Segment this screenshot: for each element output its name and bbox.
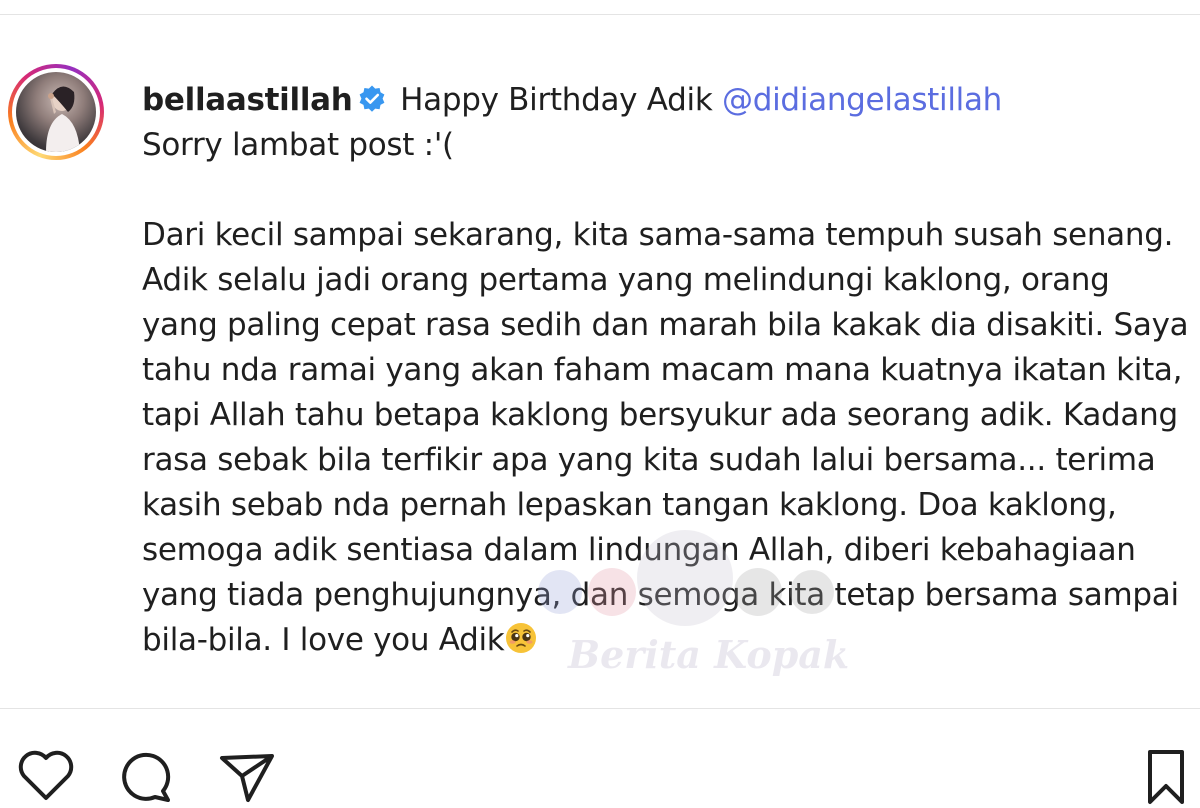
share-icon (220, 754, 274, 802)
caption-line: Dari kecil sampai sekarang, kita sama-sa… (142, 217, 1174, 253)
avatar-photo (16, 72, 96, 152)
caption-line: tahu nda ramai yang akan faham macam man… (142, 352, 1183, 388)
caption-line: Adik selalu jadi orang pertama yang meli… (142, 262, 1110, 298)
heart-icon (18, 750, 74, 800)
avatar[interactable] (8, 64, 104, 160)
top-divider (0, 14, 1200, 15)
caption-line: rasa sebak bila terfikir apa yang kita s… (142, 442, 1156, 478)
comment-icon (122, 752, 171, 802)
pleading-face-emoji-icon (504, 621, 538, 655)
caption-line: kasih sebab nda pernah lepaskan tangan k… (142, 487, 1117, 523)
caption-line: semoga adik sentiasa dalam lindungan All… (142, 532, 1136, 568)
caption-line: tapi Allah tahu betapa kaklong bersyukur… (142, 397, 1178, 433)
verified-badge-icon (357, 82, 387, 112)
caption-last-line: bila-bila. I love you Adik (142, 618, 1192, 663)
bookmark-icon (1148, 750, 1184, 804)
caption-last-text: bila-bila. I love you Adik (142, 622, 505, 658)
post-caption: bellaastillah Happy Birthday Adik @didia… (142, 78, 1192, 663)
comment-button[interactable] (114, 744, 178, 808)
save-button[interactable] (1134, 744, 1198, 808)
caption-line: yang tiada penghujungnya, dan semoga kit… (142, 577, 1179, 613)
like-button[interactable] (14, 744, 78, 808)
mention-link[interactable]: @didiangelastillah (722, 82, 1002, 118)
caption-first-line: bellaastillah Happy Birthday Adik @didia… (142, 78, 1192, 123)
caption-line: Sorry lambat post :'( (142, 127, 454, 163)
caption-greeting: Happy Birthday Adik (400, 82, 713, 118)
caption-line: yang paling cepat rasa sedih dan marah b… (142, 307, 1189, 343)
username[interactable]: bellaastillah (142, 82, 353, 118)
bottom-divider (0, 708, 1200, 709)
share-button[interactable] (214, 744, 278, 808)
